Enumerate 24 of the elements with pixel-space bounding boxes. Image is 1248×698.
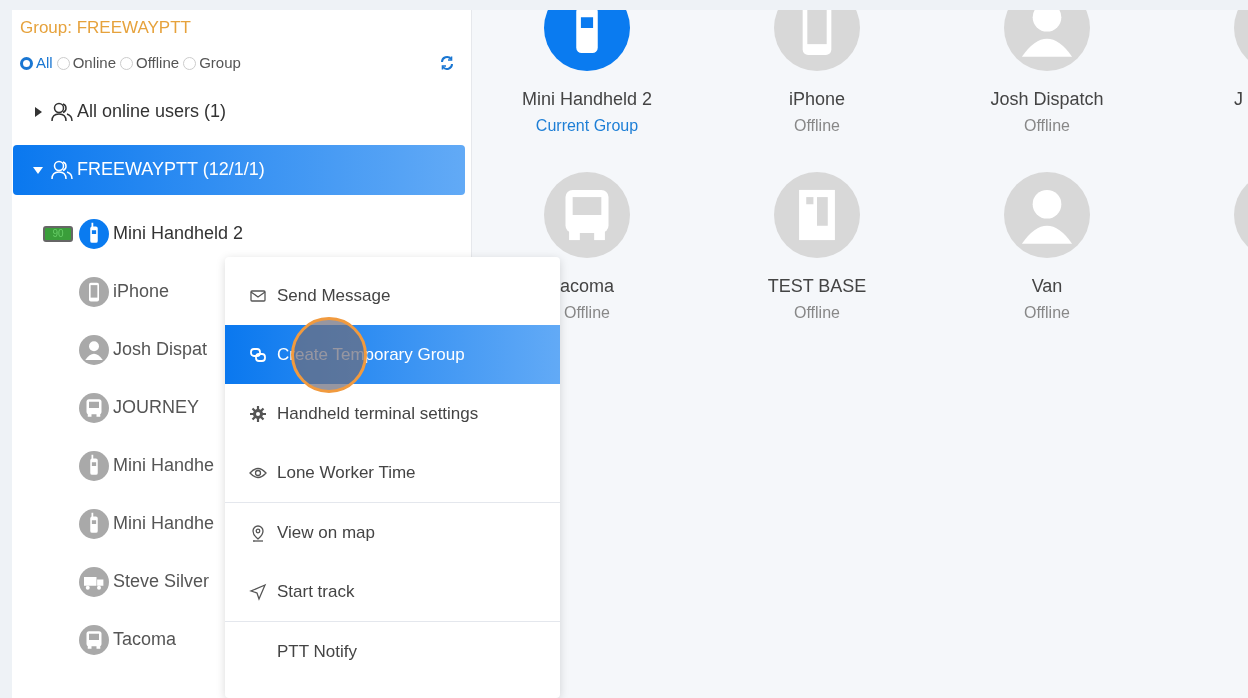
group-label: FREEWAYPTT (12/1/1) [77,158,265,181]
member-name: Mini Handhe [113,512,215,535]
member-name: Steve Silver [113,570,210,593]
member-name: JOURNEY [113,396,199,419]
member-name: TEST BASE [767,275,867,297]
member-status: Offline [794,303,840,323]
member-name: Mini Handhe [113,454,215,477]
member-name: J [1234,88,1243,110]
member-name: iPhone [788,88,846,110]
member-name: Mini Handheld 2 [113,222,244,245]
member-name: Tacoma [113,628,177,651]
member-name: Mini Handheld 2 [521,88,653,110]
member-name: Van [1031,275,1063,297]
group-title: Group: FREEWAYPTT [19,17,192,38]
member-name: acoma [560,275,614,297]
member-name: Josh Dispatch [990,88,1104,110]
member-status: Current Group [535,116,639,136]
member-status: Offline [794,116,840,136]
group-label: All online users (1) [77,100,227,123]
member-status: Offline [1024,303,1070,323]
member-name: Josh Dispat [113,338,208,361]
member-name: iPhone [113,280,170,303]
member-status: Offline [1024,116,1070,136]
member-status: Offline [564,303,610,323]
